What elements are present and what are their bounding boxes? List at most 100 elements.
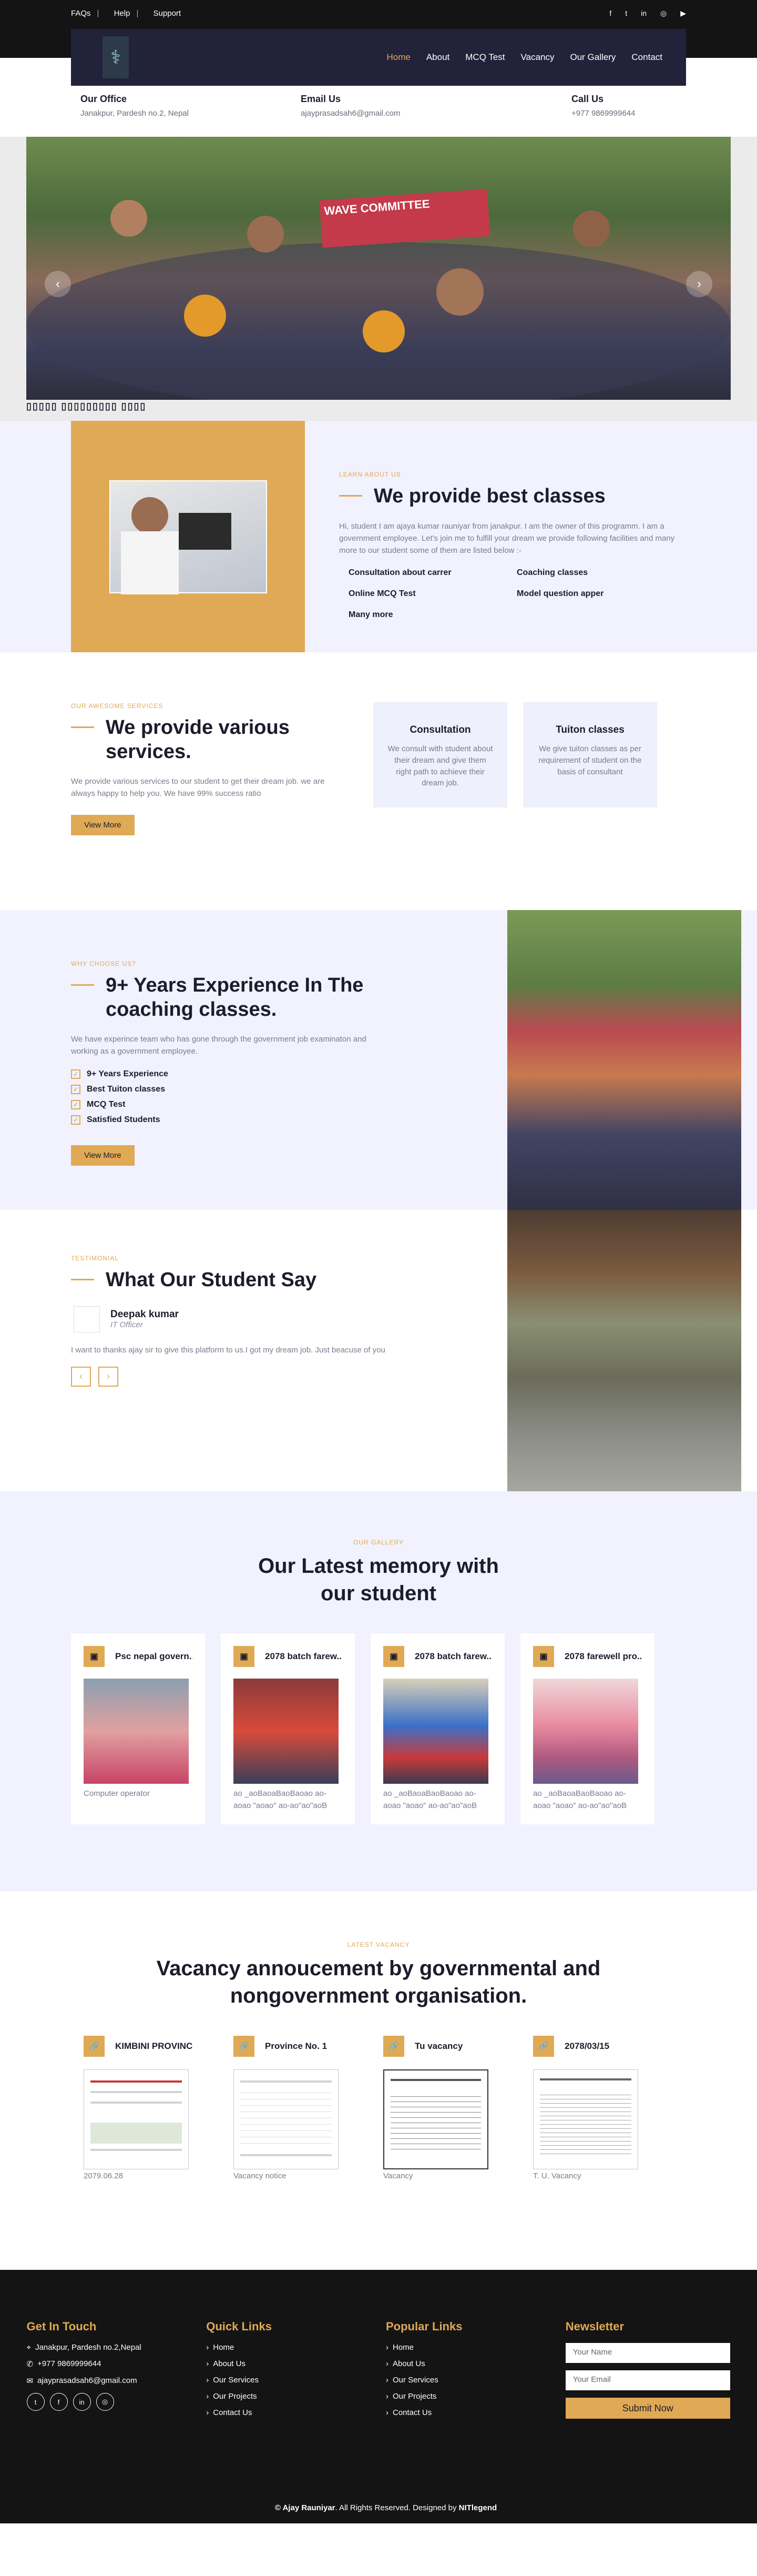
service-card-text: We give tuiton classes as per requiremen… bbox=[538, 744, 642, 776]
image-icon: ▣ bbox=[84, 1646, 105, 1667]
navbar: ⚕ Home About MCQ Test Vacancy Our Galler… bbox=[71, 29, 686, 86]
twitter-icon[interactable]: t bbox=[625, 9, 627, 18]
feature-item: Online MCQ Test bbox=[349, 589, 416, 599]
gallery-card[interactable]: ▣ 2078 batch farew... ao _aoBaoaBaoBaoao … bbox=[371, 1633, 505, 1824]
gallery-card[interactable]: ▣ 2078 batch farew... ao _aoBaoaBaoBaoao … bbox=[221, 1633, 355, 1824]
vacancy-title: Vacancy annoucement by governmental and … bbox=[156, 1957, 601, 2007]
gallery-title: Our Latest memory with our student bbox=[258, 1554, 499, 1605]
nav-vacancy[interactable]: Vacancy bbox=[521, 52, 555, 63]
youtube-icon[interactable]: ▶ bbox=[680, 9, 686, 18]
testimonial-prev-button[interactable]: ‹ bbox=[71, 1366, 91, 1387]
vacancy-section: LATEST VACANCY Vacancy annoucement by go… bbox=[0, 1891, 757, 2270]
linkedin-icon[interactable]: in bbox=[641, 9, 647, 18]
nav-mcq-test[interactable]: MCQ Test bbox=[465, 52, 505, 63]
services-section: OUR AWESOME SERVICES We provide various … bbox=[0, 652, 757, 910]
location-icon: ⌖ bbox=[26, 2343, 31, 2352]
services-view-more-button[interactable]: View More bbox=[71, 814, 135, 835]
footer-email[interactable]: ✉ ajayprasadsah6@gmail.com bbox=[27, 2376, 207, 2386]
footer-link[interactable]: › About Us bbox=[386, 2359, 566, 2368]
service-card[interactable]: Tuiton classes We give tuiton classes as… bbox=[523, 702, 657, 807]
footer-link[interactable]: › Our Services bbox=[386, 2376, 566, 2385]
main-menu: Home About MCQ Test Vacancy Our Gallery … bbox=[386, 52, 662, 63]
designer-link[interactable]: NITlegend bbox=[459, 2503, 497, 2512]
newsletter-name-input[interactable]: Your Name bbox=[565, 2343, 730, 2363]
vacancy-card[interactable]: 🔗 Province No. 1 Vacancy notice bbox=[221, 2036, 355, 2180]
gallery-caption: ao _aoBaoaBaoBaoao ao-aoao "aoao" ao-ao"… bbox=[383, 1789, 477, 1810]
chevron-right-icon: › bbox=[206, 2392, 209, 2401]
top-bar: FAQs | Help | Support f t in ◎ ▶ ⚕ Home Ab… bbox=[0, 0, 757, 86]
check-icon: ✓ bbox=[71, 1115, 80, 1125]
vacancy-document-image bbox=[383, 2069, 488, 2169]
top-links: FAQs | Help | Support bbox=[71, 8, 181, 18]
about-photo bbox=[109, 480, 267, 594]
gallery-card[interactable]: ▣ 2078 farewell pro... ao _aoBaoaBaoBaoao… bbox=[520, 1633, 654, 1824]
footer-link[interactable]: › Contact Us bbox=[386, 2408, 566, 2417]
copyright-owner[interactable]: © Ajay Rauniyar bbox=[275, 2503, 335, 2512]
newsletter-email-input[interactable]: Your Email bbox=[565, 2370, 730, 2390]
vacancy-card[interactable]: 🔗 KIMBINI PROVINC... 2079.06.28 bbox=[71, 2036, 205, 2180]
testimonial-next-button[interactable]: › bbox=[98, 1366, 118, 1387]
service-card[interactable]: Consultation We consult with student abo… bbox=[373, 702, 507, 807]
gallery-section: OUR GALLERY Our Latest memory with our s… bbox=[0, 1491, 757, 1891]
feature-item: Model question apper bbox=[517, 589, 604, 599]
nav-about[interactable]: About bbox=[426, 52, 449, 63]
call-value[interactable]: +977 9869999644 bbox=[571, 109, 635, 118]
hero-banner: WAVE COMMITTEE bbox=[319, 188, 490, 248]
vacancy-card[interactable]: 🔗 Tu vacancy Vacancy bbox=[371, 2036, 505, 2180]
vacancy-eyebrow: LATEST VACANCY bbox=[347, 1941, 410, 1948]
gallery-card[interactable]: ▣ Psc nepal govern... Computer operator bbox=[71, 1633, 205, 1824]
facebook-icon[interactable]: f bbox=[609, 9, 611, 18]
footer-link[interactable]: › Our Services bbox=[206, 2376, 386, 2385]
why-checklist: ✓ 9+ Years Experience ✓ Best Tuiton classe… bbox=[71, 1069, 371, 1125]
chevron-right-icon: › bbox=[386, 2408, 388, 2417]
facebook-icon[interactable]: f bbox=[49, 2393, 68, 2411]
newsletter-submit-button[interactable]: Submit Now bbox=[565, 2398, 730, 2419]
avatar bbox=[74, 1306, 100, 1332]
footer-link[interactable]: › Home bbox=[206, 2343, 386, 2352]
testimonial-eyebrow: TESTIMONIAL bbox=[71, 1255, 119, 1262]
testimonial-role: IT Officer bbox=[110, 1320, 143, 1329]
site-logo[interactable]: ⚕ bbox=[103, 36, 129, 78]
support-link[interactable]: Support bbox=[154, 9, 181, 18]
linkedin-icon[interactable]: in bbox=[73, 2393, 91, 2411]
why-photo bbox=[507, 910, 741, 1210]
nav-contact[interactable]: Contact bbox=[631, 52, 662, 63]
gallery-image bbox=[233, 1679, 339, 1784]
chevron-right-icon: › bbox=[386, 2359, 388, 2368]
hero-image: WAVE COMMITTEE bbox=[26, 137, 731, 400]
email-value[interactable]: ajayprasadsah6@gmail.com bbox=[301, 109, 571, 118]
footer-phone[interactable]: ✆ +977 9869999644 bbox=[27, 2359, 207, 2369]
testimonial-title: What Our Student Say bbox=[71, 1268, 439, 1292]
footer-link[interactable]: › Our Projects bbox=[386, 2392, 566, 2401]
hero-carousel: WAVE COMMITTEE ‹ › ▯▯▯▯▯ ▯▯▯▯▯▯▯▯▯ ▯▯▯▯ bbox=[0, 137, 757, 421]
services-eyebrow: OUR AWESOME SERVICES bbox=[71, 702, 163, 710]
gallery-caption: ao _aoBaoaBaoBaoao ao-aoao "aoao" ao-ao"… bbox=[533, 1789, 627, 1810]
carousel-next-button[interactable]: › bbox=[686, 271, 712, 297]
footer-link[interactable]: › About Us bbox=[206, 2359, 386, 2368]
nav-gallery[interactable]: Our Gallery bbox=[570, 52, 616, 63]
why-view-more-button[interactable]: View More bbox=[71, 1145, 135, 1166]
nav-home[interactable]: Home bbox=[386, 52, 410, 63]
check-item: ✓ Best Tuiton classes bbox=[71, 1084, 371, 1094]
carousel-prev-button[interactable]: ‹ bbox=[45, 271, 71, 297]
instagram-icon[interactable]: ◎ bbox=[660, 9, 667, 18]
about-eyebrow: LEARN ABOUT US bbox=[339, 471, 401, 478]
footer-link[interactable]: › Home bbox=[386, 2343, 566, 2352]
vacancy-card[interactable]: 🔗 2078/03/15 T. U. Vacancy bbox=[520, 2036, 654, 2180]
footer-link[interactable]: › Contact Us bbox=[206, 2408, 386, 2417]
vacancy-caption: T. U. Vacancy bbox=[533, 2171, 581, 2180]
instagram-icon[interactable]: ◎ bbox=[96, 2393, 114, 2411]
help-link[interactable]: Help bbox=[114, 9, 130, 18]
vacancy-caption: Vacancy bbox=[383, 2171, 413, 2180]
link-icon: 🔗 bbox=[233, 2036, 254, 2057]
testimonial-section: TESTIMONIAL What Our Student Say Deepak … bbox=[0, 1210, 757, 1491]
check-icon: ✓ bbox=[71, 1099, 80, 1109]
twitter-icon[interactable]: t bbox=[26, 2393, 45, 2411]
services-title: We provide various services. bbox=[71, 716, 334, 764]
why-choose-section: WHY CHOOSE US? 9+ Years Experience In Th… bbox=[0, 910, 757, 1210]
image-icon: ▣ bbox=[533, 1646, 554, 1667]
footer-link[interactable]: › Our Projects bbox=[206, 2392, 386, 2401]
service-card-title: Consultation bbox=[410, 724, 471, 735]
faqs-link[interactable]: FAQs bbox=[71, 9, 91, 18]
footer-popular-title: Popular Links bbox=[386, 2320, 463, 2333]
